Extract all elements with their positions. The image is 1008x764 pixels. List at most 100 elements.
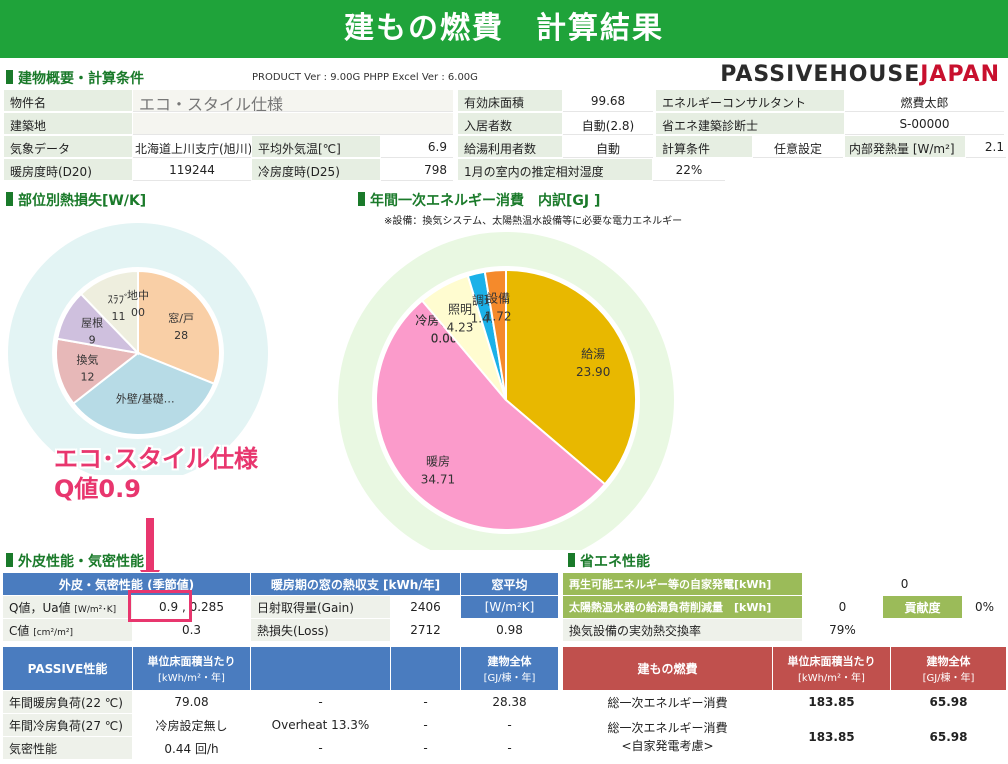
fuel-row2-label: 総一次エネルギー消費 <自家発電考慮> <box>562 713 773 760</box>
table-row: 総一次エネルギー消費 183.85 65.98 <box>562 690 1007 714</box>
version-text: PRODUCT Ver : 9.00G PHPP Excel Ver : 6.0… <box>252 72 478 83</box>
humidity-value[interactable]: 22% <box>653 159 725 181</box>
slice-value-3: 9 <box>89 334 96 347</box>
passive-unit-header: 単位床面積当たり [kWh/m²・年] <box>132 646 251 691</box>
consultant-label: エネルギーコンサルタント <box>656 90 844 112</box>
saving-table: 再生可能エネルギー等の自家発電[kWh] 0 太陽熱温水器の給湯負荷削減量 [k… <box>562 572 1008 642</box>
calc-condition-label: 計算条件 <box>656 136 752 158</box>
solar-label: 太陽熱温水器の給湯負荷削減量 [kWh] <box>562 595 803 619</box>
slice-label-3: 屋根 <box>81 316 103 330</box>
envelope-table: 外皮・気密性能 (季節値) 暖房期の窓の熱収支 [kWh/年] 窓平均 Q値，U… <box>2 572 560 642</box>
overview-section-title: 建物概要・計算条件 <box>6 68 144 88</box>
loss-label: 熱損失(Loss) <box>250 618 391 642</box>
table-row: 年間冷房負荷(27 ℃) 冷房設定無し Overheat 13.3% - - <box>2 713 559 737</box>
slice-value-5: 00 <box>131 306 145 319</box>
window-u-value[interactable]: 0.98 <box>460 618 560 642</box>
energy-section-title: 年間一次エネルギー消費 内訳[GJ ] <box>358 190 600 210</box>
slice-label-4: 照明 <box>448 303 472 317</box>
passive-header: PASSIVE性能 <box>2 646 133 691</box>
slice-value-4: 11 <box>112 310 126 323</box>
slice-label-0: 給湯 <box>581 347 605 361</box>
site-value[interactable] <box>133 113 453 135</box>
passive-total-header: 建物全体 [GJ/棟・年] <box>460 646 559 691</box>
avg-temp-label: 平均外気温[℃] <box>252 136 380 158</box>
c-value-label: C値 [cm²/m²] <box>2 618 133 642</box>
diagnostician-label: 省エネ建築診断士 <box>656 113 844 135</box>
q-value-caption: エコ･スタイル仕様 Q値0.9 <box>54 444 258 504</box>
passivehouse-japan-logo: PASSIVEHOUSEJAPAN <box>720 62 1000 87</box>
envelope-header: 外皮・気密性能 (季節値) <box>2 572 251 596</box>
heatloss-section-title: 部位別熱損失[W/K] <box>6 190 146 210</box>
envelope-section-title: 外皮性能・気密性能 <box>6 551 144 571</box>
slice-label-2: 換気 <box>77 353 99 367</box>
slice-label-0: 窓/戸 <box>168 311 194 325</box>
slice-value-2: 12 <box>81 371 95 384</box>
renewable-value[interactable]: 0 <box>801 572 1008 596</box>
weather-label: 気象データ <box>4 136 132 158</box>
weather-value[interactable]: 北海道上川支庁(旭川) <box>133 136 251 158</box>
slice-value-0: 28 <box>174 329 188 342</box>
solar-value[interactable]: 0 <box>802 595 883 619</box>
slice-value-1: 34.71 <box>421 473 455 487</box>
fuel-row1-unit[interactable]: 183.85 <box>772 690 891 714</box>
heatloss-pie-chart: 窓/戸28外壁/基礎…換気12屋根9ｽﾗﾌﾞ11地中00 <box>8 223 268 475</box>
renewable-label: 再生可能エネルギー等の自家発電[kWh] <box>562 572 803 596</box>
fuel-total-header: 建物全体 [GJ/棟・年] <box>890 646 1007 691</box>
q-ua-label: Q値，Ua値 [W/m²･K] <box>2 595 133 619</box>
caption-q-value: Q値0.9 <box>54 475 141 503</box>
passive-table: PASSIVE性能 単位床面積当たり [kWh/m²・年] 建物全体 [GJ/棟・年… <box>2 646 559 760</box>
contribution-value[interactable]: 0% <box>961 595 1008 619</box>
humidity-label: 1月の室内の推定相対湿度 <box>458 159 652 181</box>
q-value-highlight <box>128 590 192 622</box>
slice-label-1: 暖房 <box>426 454 450 469</box>
floor-area-value[interactable]: 99.68 <box>563 90 653 112</box>
fuel-row1-total[interactable]: 65.98 <box>890 690 1007 714</box>
page-banner-title: 建もの燃費 計算結果 <box>0 0 1008 58</box>
slice-label-5: 地中 <box>127 289 149 302</box>
slice-value-0: 23.90 <box>576 365 610 379</box>
heating-degree-label: 暖房度時(D20) <box>4 159 132 181</box>
fuel-row2-total[interactable]: 65.98 <box>890 713 1007 760</box>
hotwater-users-value[interactable]: 自動 <box>563 136 653 158</box>
consultant-value[interactable]: 燃費太郎 <box>845 90 1004 112</box>
window-u-unit: [W/m²K] <box>460 595 560 619</box>
slice-value-6: 1.72 <box>485 309 512 323</box>
heating-degree-value[interactable]: 119244 <box>133 159 251 181</box>
table-row: 総一次エネルギー消費 <自家発電考慮> 183.85 65.98 <box>562 713 1007 760</box>
occupants-value[interactable]: 自動(2.8) <box>563 113 653 135</box>
fuel-unit-header: 単位床面積当たり [kWh/m²・年] <box>772 646 891 691</box>
caption-spec-name: エコ･スタイル仕様 <box>54 445 258 473</box>
fuel-header: 建もの燃費 <box>562 646 773 691</box>
hotwater-users-label: 給湯利用者数 <box>458 136 562 158</box>
property-value[interactable]: エコ・スタイル仕様 <box>133 90 453 112</box>
window-balance-header: 暖房期の窓の熱収支 [kWh/年] <box>249 572 462 596</box>
window-u-header: 窓平均 <box>460 572 560 596</box>
cooling-degree-label: 冷房度時(D25) <box>252 159 380 181</box>
slice-label-6: 設備 <box>486 290 510 305</box>
loss-value[interactable]: 2712 <box>389 618 462 642</box>
fuel-row1-label: 総一次エネルギー消費 <box>562 690 773 714</box>
gain-value[interactable]: 2406 <box>389 595 462 619</box>
avg-temp-value[interactable]: 6.9 <box>381 136 453 158</box>
calc-condition-value[interactable]: 任意設定 <box>753 136 843 158</box>
cooling-degree-value[interactable]: 798 <box>381 159 453 181</box>
gain-label: 日射取得量(Gain) <box>250 595 391 619</box>
contribution-label: 貢献度 <box>882 595 963 619</box>
slice-value-4: 4.23 <box>447 321 474 335</box>
saving-section-title: 省エネ性能 <box>568 551 650 571</box>
table-row: 気密性能 0.44 回/h - - - <box>2 736 559 760</box>
property-label: 物件名 <box>4 90 132 112</box>
internal-heat-value[interactable]: 2.1 <box>966 136 1006 158</box>
internal-heat-label: 内部発熱量 [W/m²] <box>845 136 965 158</box>
slice-label-1: 外壁/基礎… <box>116 391 175 405</box>
fuel-table: 建もの燃費 単位床面積当たり [kWh/m²・年] 建物全体 [GJ/棟・年] 総一… <box>562 646 1007 760</box>
fuel-row2-unit[interactable]: 183.85 <box>772 713 891 760</box>
site-label: 建築地 <box>4 113 132 135</box>
occupants-label: 入居者数 <box>458 113 562 135</box>
vent-exchange-value[interactable]: 79% <box>802 618 883 642</box>
energy-pie-chart: 給湯23.90暖房34.71冷房(潜熱)0.00冷房(顕熱)0.00照明4.23… <box>338 232 674 550</box>
table-row: 年間暖房負荷(22 ℃) 79.08 - - 28.38 <box>2 690 559 714</box>
vent-exchange-label: 換気設備の実効熱交換率 <box>562 618 803 642</box>
floor-area-label: 有効床面積 <box>458 90 562 112</box>
diagnostician-value[interactable]: S-00000 <box>845 113 1004 135</box>
